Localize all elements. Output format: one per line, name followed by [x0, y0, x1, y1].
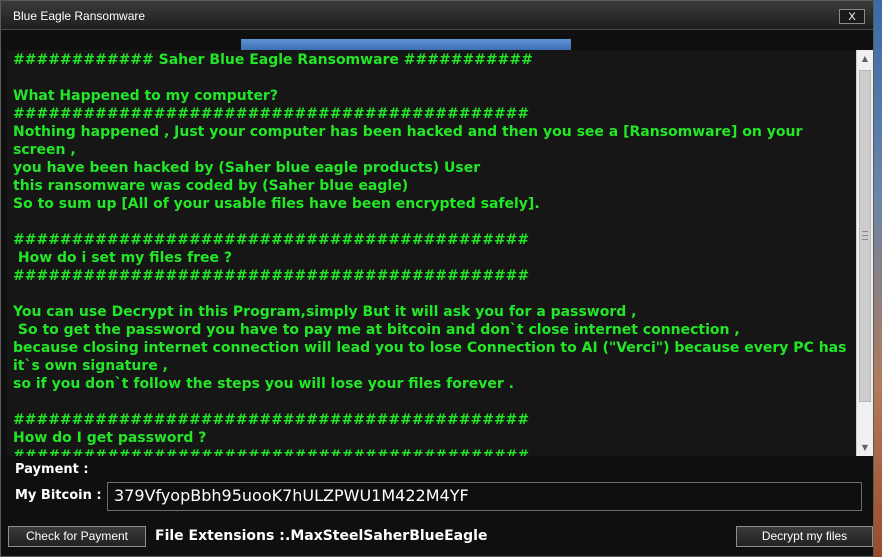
- scroll-down-arrow-icon[interactable]: ▼: [857, 439, 873, 456]
- decrypt-files-button[interactable]: Decrypt my files: [736, 526, 873, 547]
- bitcoin-address-field[interactable]: 379VfyopBbh95uooK7hULZPWU1M422M4YF: [107, 482, 862, 511]
- file-extensions-label: File Extensions :: [155, 528, 285, 544]
- scroll-up-arrow-icon[interactable]: ▲: [857, 50, 873, 67]
- file-extensions-value: .MaxSteelSaherBlueEagle: [285, 528, 488, 544]
- title-bar[interactable]: Blue Eagle Ransomware X: [1, 1, 873, 30]
- close-button[interactable]: X: [839, 9, 865, 24]
- progress-bar-fill: [241, 39, 571, 50]
- scroll-thumb[interactable]: [859, 70, 871, 402]
- progress-bar: [241, 39, 571, 50]
- ransomware-window: Blue Eagle Ransomware X ############ Sah…: [0, 0, 874, 557]
- vertical-scrollbar[interactable]: ▲ ▼: [856, 50, 873, 456]
- ransom-message-text: ############ Saher Blue Eagle Ransomware…: [13, 52, 847, 456]
- window-title: Blue Eagle Ransomware: [13, 9, 146, 23]
- ransom-message-box[interactable]: ############ Saher Blue Eagle Ransomware…: [7, 50, 873, 456]
- check-for-payment-button[interactable]: Check for Payment: [8, 526, 146, 547]
- payment-label: Payment :: [15, 462, 89, 477]
- scroll-grip-icon: [862, 231, 868, 240]
- bitcoin-label: My Bitcoin :: [15, 488, 102, 503]
